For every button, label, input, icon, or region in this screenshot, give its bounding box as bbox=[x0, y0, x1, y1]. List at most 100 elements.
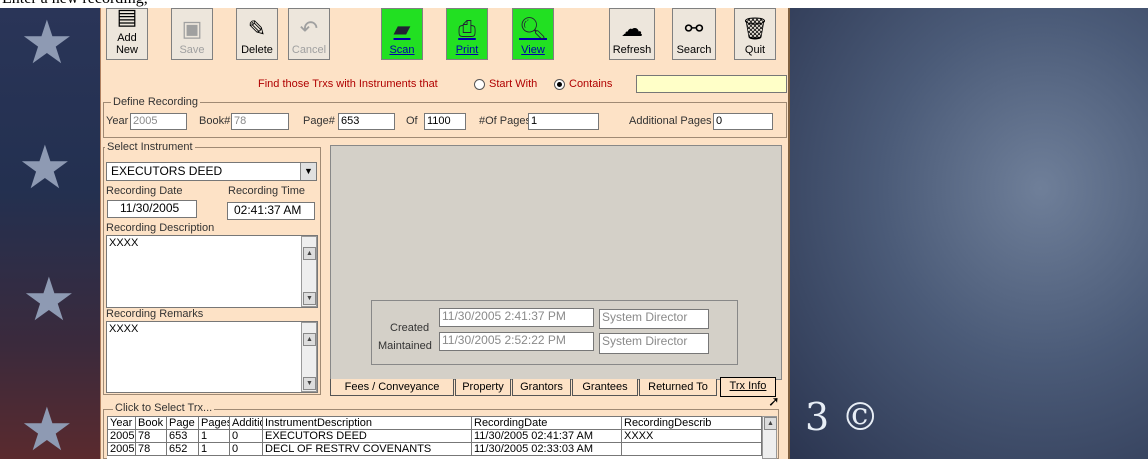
tab-panel: Created 11/30/2005 2:41:37 PM System Dir… bbox=[330, 145, 782, 380]
table-cell: 1 bbox=[198, 442, 230, 456]
tab-returned-to[interactable]: Returned To bbox=[639, 379, 717, 396]
recording-remarks-value: XXXX bbox=[109, 323, 139, 335]
trx-grid[interactable]: Year Book Page Pages Additio InstrumentD… bbox=[107, 416, 777, 459]
maintained-by-field[interactable]: System Director bbox=[599, 333, 709, 354]
table-cell: DECL OF RESTRV COVENANTS bbox=[262, 442, 472, 456]
star-icon: ★ bbox=[18, 133, 72, 203]
star-icon: ★ bbox=[22, 265, 76, 335]
column-header[interactable]: Pages bbox=[198, 416, 230, 430]
quit-button[interactable]: 🗑︎ Quit bbox=[734, 8, 776, 60]
table-row[interactable]: 2005 78 653 1 0 EXECUTORS DEED 11/30/200… bbox=[107, 429, 762, 443]
print-label: Print bbox=[455, 44, 479, 56]
star-icon: ★ bbox=[20, 8, 74, 78]
tab-grantors[interactable]: Grantors bbox=[512, 379, 571, 396]
num-pages-field[interactable]: 1 bbox=[528, 113, 599, 130]
scroll-up-icon[interactable]: ▲ bbox=[303, 247, 316, 260]
recording-remarks-label: Recording Remarks bbox=[106, 308, 204, 320]
trash-can-icon: 🗑︎ bbox=[741, 17, 769, 42]
table-cell: 2005 bbox=[107, 429, 136, 443]
table-cell: 1 bbox=[198, 429, 230, 443]
trx-table: Year Book Page Pages Additio InstrumentD… bbox=[107, 416, 762, 456]
table-cell: 652 bbox=[166, 442, 199, 456]
recording-form-window: ▤ Add New ▣ Save ✎ Delete ↶ Cancel ▰ Scan ⎙ Pr… bbox=[100, 5, 790, 459]
delete-label: Delete bbox=[241, 44, 273, 56]
remarks-scrollbar[interactable]: ▲ ▼ bbox=[301, 322, 317, 392]
recording-time-label: Recording Time bbox=[228, 185, 306, 197]
print-button[interactable]: ⎙ Print bbox=[446, 8, 488, 60]
add-new-button[interactable]: ▤ Add New bbox=[106, 5, 148, 60]
tab-property[interactable]: Property bbox=[455, 379, 511, 396]
define-recording-title: Define Recording bbox=[111, 96, 200, 108]
instrument-select[interactable]: EXECUTORS DEED ▼ bbox=[106, 162, 317, 181]
column-header[interactable]: Year bbox=[107, 416, 136, 430]
trx-grid-title: Click to Select Trx... bbox=[113, 402, 215, 414]
table-header-row: Year Book Page Pages Additio InstrumentD… bbox=[107, 416, 762, 430]
save-button[interactable]: ▣ Save bbox=[171, 8, 213, 60]
recording-remarks-field[interactable]: XXXX ▲ ▼ bbox=[106, 321, 318, 393]
grid-scrollbar[interactable]: ▲ bbox=[762, 416, 777, 459]
watermark-text: 3 © bbox=[805, 395, 880, 439]
year-label: Year bbox=[106, 115, 129, 127]
table-cell: 78 bbox=[135, 429, 167, 443]
created-field[interactable]: 11/30/2005 2:41:37 PM bbox=[439, 308, 594, 327]
additional-pages-field[interactable]: 0 bbox=[713, 113, 773, 130]
radio-dot bbox=[557, 82, 562, 87]
of-field[interactable]: 1100 bbox=[424, 113, 466, 130]
search-button[interactable]: ⚯ Search bbox=[672, 8, 716, 60]
refresh-button[interactable]: ☁ Refresh bbox=[609, 8, 655, 60]
contains-label: Contains bbox=[569, 78, 613, 90]
table-cell: 653 bbox=[166, 429, 199, 443]
column-header[interactable]: Additio bbox=[229, 416, 263, 430]
column-header[interactable]: RecordingDescrib bbox=[621, 416, 762, 430]
recording-description-label: Recording Description bbox=[106, 222, 215, 234]
mouse-cursor-icon: ➚ bbox=[768, 394, 780, 410]
search-label: Search bbox=[676, 44, 712, 56]
column-header[interactable]: Book bbox=[135, 416, 167, 430]
column-header[interactable]: InstrumentDescription bbox=[262, 416, 472, 430]
contains-radio[interactable] bbox=[554, 79, 565, 90]
page-field[interactable]: 653 bbox=[338, 113, 395, 130]
delete-button[interactable]: ✎ Delete bbox=[236, 8, 278, 60]
undo-icon: ↶ bbox=[299, 17, 319, 42]
recording-description-field[interactable]: XXXX ▲ ▼ bbox=[106, 235, 318, 308]
cancel-button[interactable]: ↶ Cancel bbox=[288, 8, 330, 60]
created-by-field[interactable]: System Director bbox=[599, 309, 709, 329]
tab-fees-conveyance[interactable]: Fees / Conveyance bbox=[330, 379, 454, 396]
table-cell: 11/30/2005 02:41:37 AM bbox=[471, 429, 622, 443]
page-label: Page# bbox=[303, 115, 335, 127]
recording-date-field[interactable]: 11/30/2005 bbox=[107, 200, 197, 218]
select-instrument-title: Select Instrument bbox=[105, 141, 195, 153]
description-scrollbar[interactable]: ▲ ▼ bbox=[301, 236, 317, 307]
recording-time-field[interactable]: 02:41:37 AM bbox=[227, 202, 315, 220]
additional-pages-label: Additional Pages bbox=[629, 115, 712, 127]
view-label: View bbox=[521, 44, 545, 56]
scroll-up-icon[interactable]: ▲ bbox=[764, 417, 777, 430]
view-button[interactable]: 🔍︎ View bbox=[512, 8, 554, 60]
recording-date-label: Recording Date bbox=[106, 185, 183, 197]
chevron-down-icon[interactable]: ▼ bbox=[300, 163, 316, 180]
table-cell: 78 bbox=[135, 442, 167, 456]
table-cell bbox=[621, 442, 762, 456]
start-with-radio[interactable] bbox=[474, 79, 485, 90]
table-row[interactable]: 2005 78 652 1 0 DECL OF RESTRV COVENANTS… bbox=[107, 442, 762, 456]
cloud-icon: ☁ bbox=[621, 17, 643, 42]
recording-description-value: XXXX bbox=[109, 237, 139, 249]
table-cell: 11/30/2005 02:33:03 AM bbox=[471, 442, 622, 456]
year-field[interactable]: 2005 bbox=[130, 113, 187, 130]
scroll-down-icon[interactable]: ▼ bbox=[303, 377, 316, 390]
tab-grantees[interactable]: Grantees bbox=[572, 379, 638, 396]
scroll-down-icon[interactable]: ▼ bbox=[303, 292, 316, 305]
maintained-field[interactable]: 11/30/2005 2:52:22 PM bbox=[439, 332, 594, 351]
scan-button[interactable]: ▰ Scan bbox=[381, 8, 423, 60]
column-header[interactable]: Page bbox=[166, 416, 199, 430]
scroll-up-icon[interactable]: ▲ bbox=[303, 333, 316, 346]
created-label: Created bbox=[390, 322, 430, 334]
save-label: Save bbox=[179, 44, 205, 56]
add-new-icon: ▤ bbox=[116, 5, 138, 30]
table-cell: 2005 bbox=[107, 442, 136, 456]
find-input[interactable] bbox=[636, 75, 787, 93]
book-field[interactable]: 78 bbox=[231, 113, 289, 130]
caption-strip: Enter a new recording, bbox=[0, 0, 1148, 8]
column-header[interactable]: RecordingDate bbox=[471, 416, 622, 430]
desktop-background-right: 3 © bbox=[790, 8, 1148, 459]
